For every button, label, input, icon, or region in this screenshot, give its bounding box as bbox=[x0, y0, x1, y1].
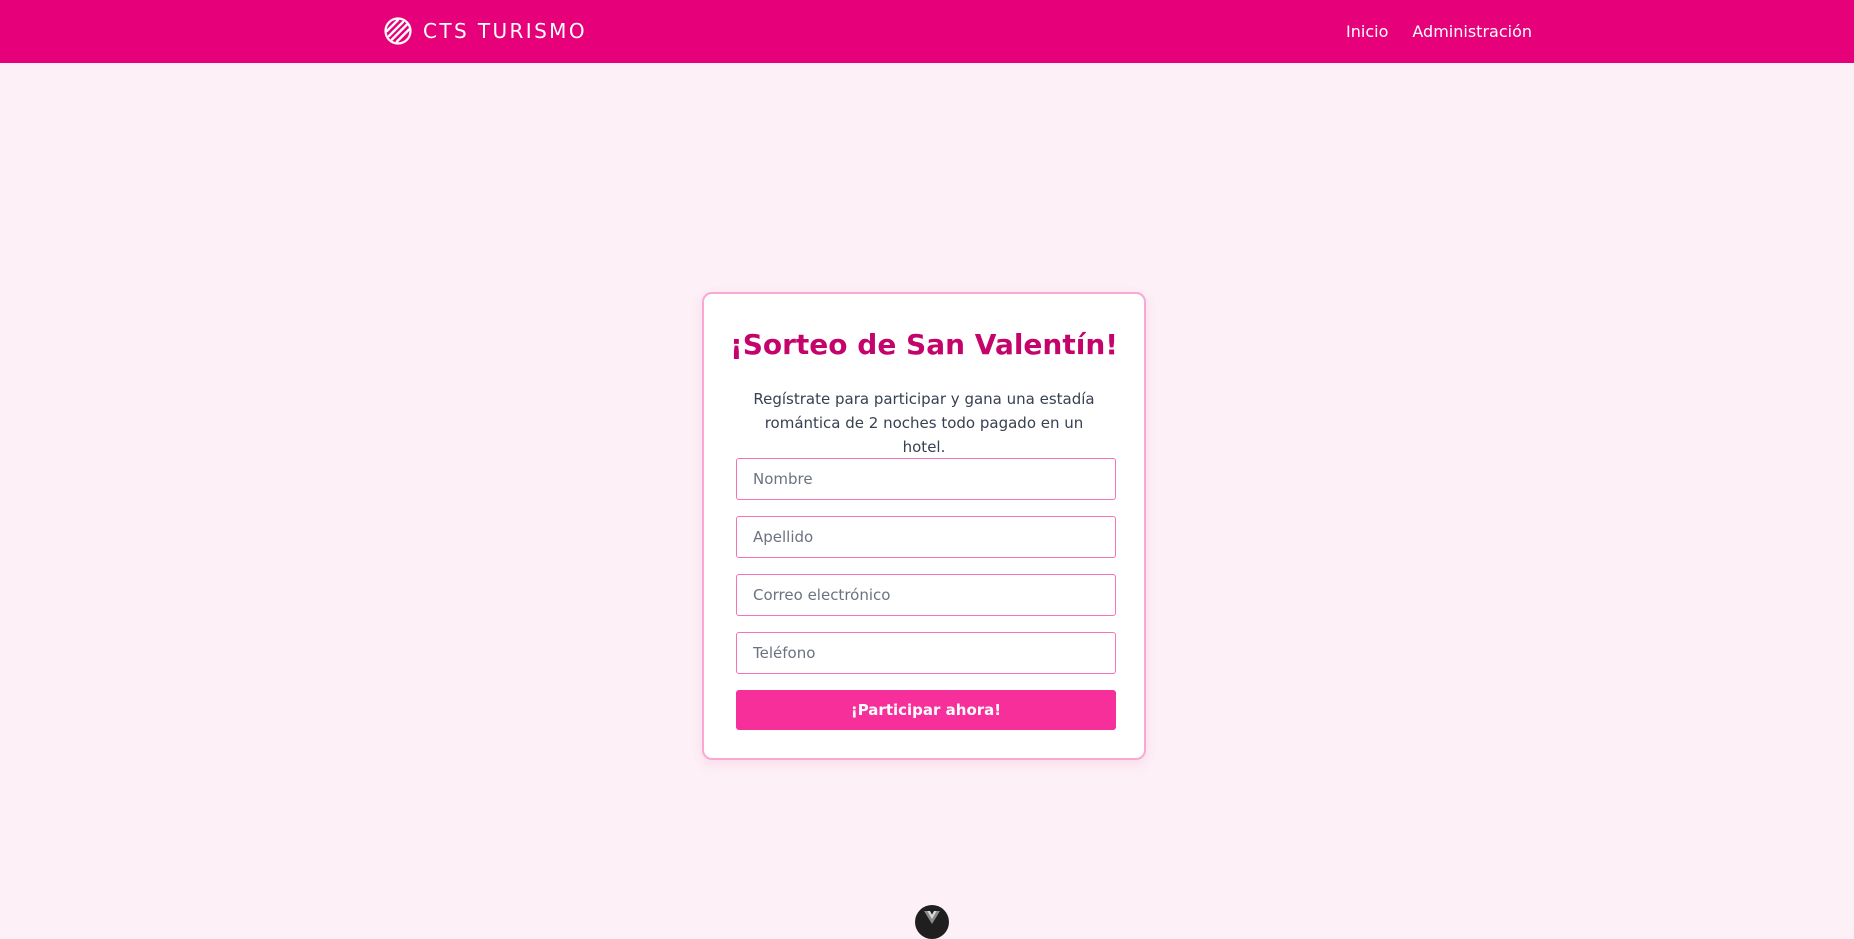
brand-link[interactable]: CTS TURISMO bbox=[383, 14, 587, 48]
nombre-input[interactable] bbox=[736, 458, 1116, 500]
email-input[interactable] bbox=[736, 574, 1116, 616]
participar-button[interactable]: ¡Participar ahora! bbox=[736, 690, 1116, 730]
brand-name: CTS TURISMO bbox=[423, 19, 587, 43]
form-description: Regístrate para participar y gana una es… bbox=[753, 390, 1095, 456]
registration-card: ¡Sorteo de San Valentín! Regístrate para… bbox=[702, 292, 1146, 760]
main-nav: Inicio Administración bbox=[1346, 0, 1532, 63]
cts-globe-logo-icon bbox=[384, 17, 412, 45]
nav-link-administracion[interactable]: Administración bbox=[1412, 22, 1532, 41]
top-navbar: CTS TURISMO Inicio Administración bbox=[0, 0, 1854, 63]
nav-link-inicio[interactable]: Inicio bbox=[1346, 22, 1388, 41]
form-title: ¡Sorteo de San Valentín! bbox=[729, 328, 1119, 361]
apellido-input[interactable] bbox=[736, 516, 1116, 558]
devtools-toggle-button[interactable] bbox=[915, 905, 949, 939]
vue-devtools-icon bbox=[924, 911, 940, 924]
telefono-input[interactable] bbox=[736, 632, 1116, 674]
